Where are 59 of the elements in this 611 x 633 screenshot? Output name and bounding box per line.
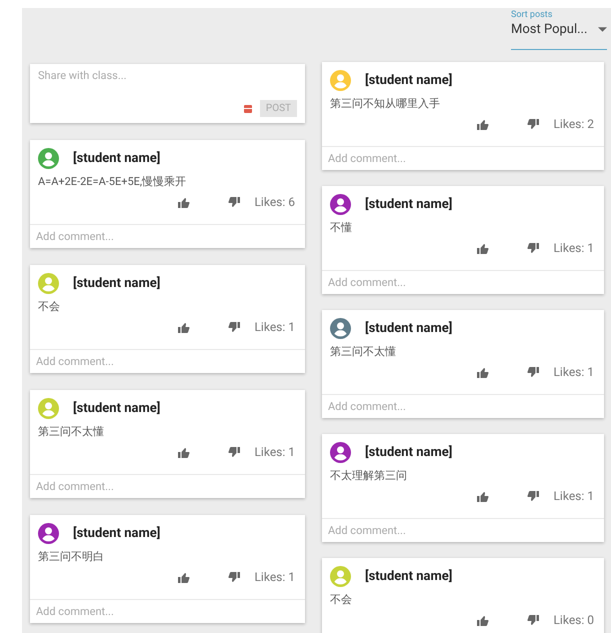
likes-count: Likes: 1: [254, 445, 295, 459]
post-text: 第三问不太懂: [330, 344, 397, 359]
thumbs-down-icon[interactable]: [527, 490, 540, 502]
comment-field[interactable]: Add comment...: [30, 224, 305, 248]
post-text: 第三问不知从哪里入手: [330, 96, 441, 111]
thumbs-down-icon[interactable]: [228, 572, 240, 582]
thumbs-down-icon[interactable]: [527, 118, 540, 130]
comment-field[interactable]: Add comment...: [322, 518, 604, 542]
comment-field[interactable]: Add comment...: [322, 394, 604, 418]
thumbs-down-icon[interactable]: [527, 366, 540, 378]
author-name: [student name]: [73, 151, 160, 166]
post-text: 不会: [38, 299, 61, 314]
author-name: [student name]: [73, 526, 160, 541]
author-name: [student name]: [73, 401, 160, 416]
attachment-icon[interactable]: [244, 104, 252, 112]
sort-dropdown[interactable]: Sort posts Most Popul...: [511, 10, 607, 50]
post-text: 第三问不明白: [38, 549, 105, 564]
likes-count: Likes: 2: [553, 117, 594, 131]
comment-field[interactable]: Add comment...: [30, 349, 305, 373]
post-text: 不懂: [330, 220, 353, 235]
thumbs-down-icon[interactable]: [527, 614, 540, 626]
thumbs-up-icon[interactable]: [477, 366, 490, 378]
dropdown-arrow-icon: [598, 27, 607, 32]
comment-field[interactable]: Add comment...: [30, 474, 305, 498]
share-field[interactable]: Share with class...: [38, 69, 297, 82]
thumbs-up-icon[interactable]: [178, 572, 190, 582]
author-name: [student name]: [365, 569, 452, 584]
likes-count: Likes: 1: [553, 241, 594, 255]
author-name: [student name]: [73, 276, 160, 291]
thumbs-up-icon[interactable]: [178, 322, 190, 332]
likes-count: Likes: 1: [254, 320, 295, 334]
likes-count: Likes: 1: [254, 570, 295, 584]
thumbs-up-icon[interactable]: [477, 242, 490, 254]
thumbs-up-icon[interactable]: [477, 118, 490, 130]
likes-count: Likes: 0: [553, 613, 594, 627]
post-text: 不太理解第三问: [330, 468, 408, 483]
author-name: [student name]: [365, 197, 452, 212]
thumbs-up-icon[interactable]: [178, 446, 190, 458]
sort-value: Most Popul...: [511, 22, 588, 37]
author-name: [student name]: [365, 73, 452, 88]
likes-count: Likes: 1: [553, 365, 594, 379]
thumbs-up-icon[interactable]: [477, 490, 490, 502]
comment-field[interactable]: Add comment...: [322, 270, 604, 294]
thumbs-down-icon[interactable]: [228, 196, 240, 208]
thumbs-up-icon[interactable]: [477, 614, 490, 626]
thumbs-down-icon[interactable]: [228, 322, 240, 332]
author-name: [student name]: [365, 445, 452, 460]
likes-count: Likes: 1: [553, 489, 594, 503]
comment-field[interactable]: Add comment...: [30, 599, 305, 623]
post-text: 不会: [330, 592, 353, 607]
thumbs-down-icon[interactable]: [228, 446, 240, 458]
author-name: [student name]: [365, 321, 452, 336]
thumbs-down-icon[interactable]: [527, 242, 540, 254]
likes-count: Likes: 6: [254, 195, 295, 209]
thumbs-up-icon[interactable]: [178, 196, 190, 208]
post-text: 第三问不太懂: [38, 424, 105, 439]
sort-label: Sort posts: [511, 10, 554, 20]
comment-field[interactable]: Add comment...: [322, 146, 604, 170]
post-text: A=A+2E-2E=A-5E+5E,慢慢乘开: [38, 174, 188, 189]
